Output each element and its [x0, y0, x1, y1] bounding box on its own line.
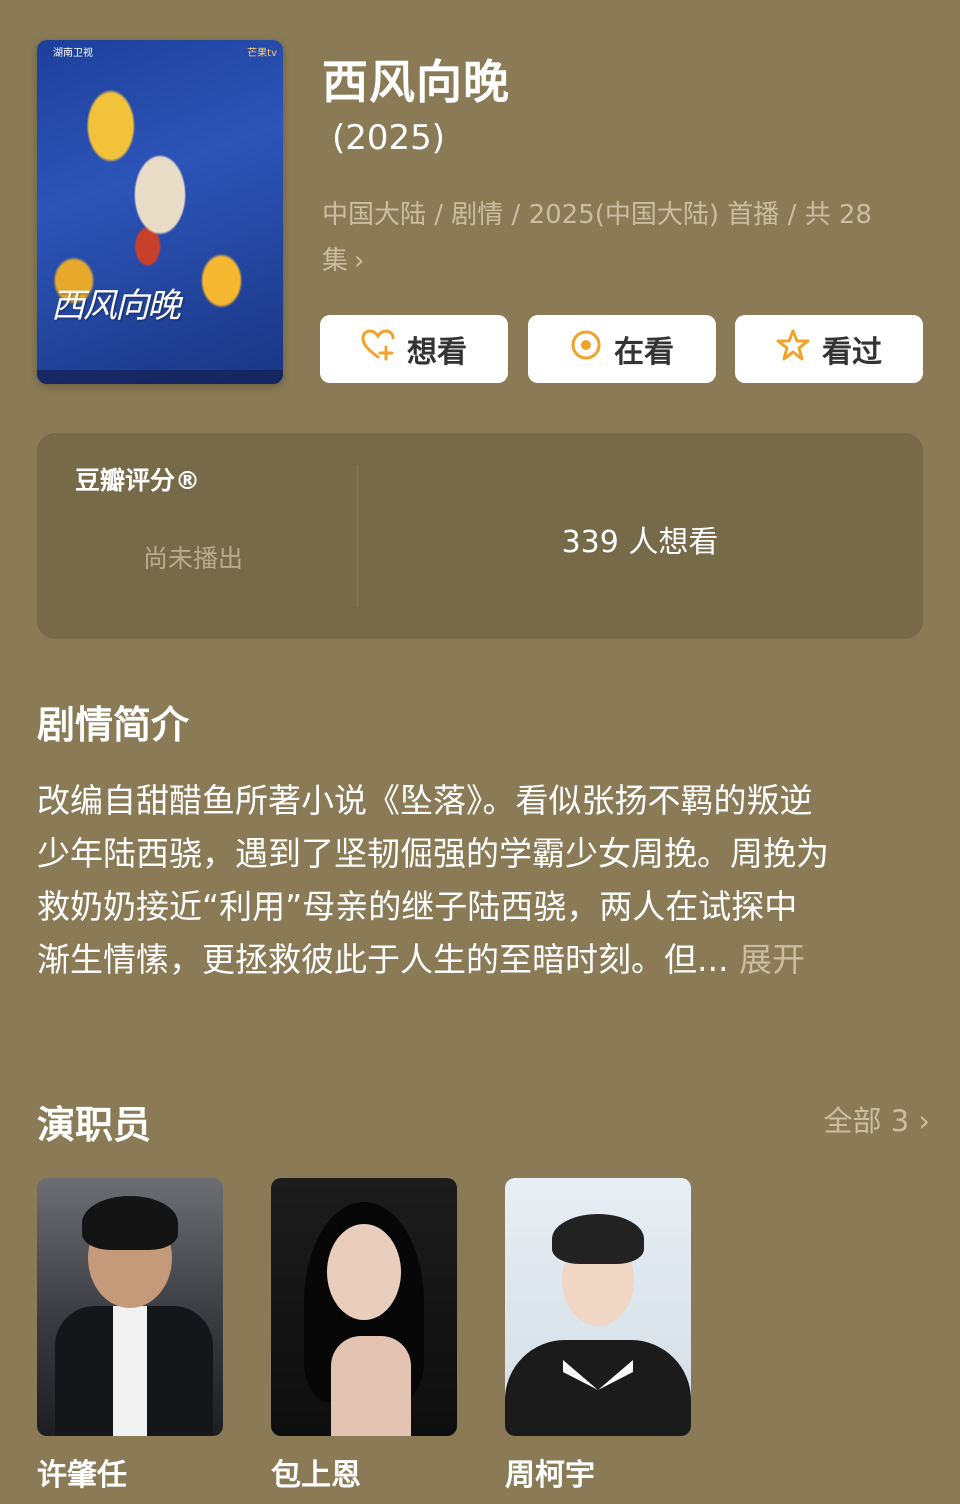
poster-image[interactable]: 湖南卫视 芒果tv 西风向晚	[37, 40, 283, 384]
rating-status: 尚未播出	[143, 544, 244, 573]
cast-card[interactable]: 周柯宇	[505, 1178, 691, 1494]
synopsis-line: 改编自甜醋鱼所著小说《坠落》。看似张扬不羁的叛逆	[37, 781, 813, 820]
cast-name: 包上恩	[271, 1458, 361, 1493]
synopsis-line: 渐生情愫，更拯救彼此于人生的至暗时刻。但... 展开	[37, 933, 923, 986]
cast-all-label: 全部 3	[823, 1104, 910, 1138]
watching-button[interactable]: 在看	[528, 315, 716, 383]
cast-photo	[505, 1178, 691, 1436]
meta-line-2-text: 集	[322, 246, 349, 276]
cast-view-all-link[interactable]: 全部 3 ›	[824, 1098, 931, 1140]
poster-calligraphy-title: 西风向晚	[51, 286, 181, 326]
watching-label: 在看	[614, 335, 674, 370]
want-label: 想看	[407, 335, 467, 370]
synopsis-text: 改编自甜醋鱼所著小说《坠落》。看似张扬不羁的叛逆 少年陆西骁，遇到了坚韧倔强的学…	[37, 774, 923, 986]
watched-label: 看过	[822, 335, 882, 370]
photo-figure-head	[327, 1224, 401, 1320]
cast-photo	[271, 1178, 457, 1436]
synopsis-heading: 剧情简介	[37, 703, 190, 747]
synopsis-line: 救奶奶接近“利用”母亲的继子陆西骁，两人在试探中	[37, 887, 798, 926]
photo-figure-hair	[82, 1196, 178, 1250]
cast-photo	[37, 1178, 223, 1436]
page-title: 西风向晚	[322, 55, 510, 109]
photo-figure-shirt	[113, 1306, 147, 1436]
movie-detail-page: 湖南卫视 芒果tv 西风向晚 西风向晚 (2025) 中国大陆 / 剧情 / 2…	[0, 0, 960, 1504]
douban-rating-title: 豆瓣评分®	[75, 466, 201, 495]
poster-footer-strip	[37, 370, 283, 384]
photo-figure-body	[331, 1336, 411, 1436]
photo-figure-body	[505, 1340, 691, 1436]
chevron-right-icon: ›	[354, 246, 365, 276]
rating-card[interactable]: 豆瓣评分® 尚未播出 339 人想看	[37, 433, 923, 639]
synopsis-line: 少年陆西骁，遇到了坚韧倔强的学霸少女周挽。周挽为	[37, 834, 829, 873]
meta-line-1: 中国大陆 / 剧情 / 2025(中国大陆) 首播 / 共 28	[322, 200, 872, 230]
target-circle-icon	[570, 329, 602, 369]
poster-platform-logo: 芒果tv	[247, 48, 277, 59]
cast-card[interactable]: 许肇任	[37, 1178, 223, 1494]
watched-button[interactable]: 看过	[735, 315, 923, 383]
poster-channel-logo: 湖南卫视	[53, 48, 93, 59]
expand-link[interactable]: 展开	[739, 940, 805, 979]
cast-name: 许肇任	[37, 1458, 127, 1493]
star-icon	[776, 329, 810, 369]
chevron-right-icon: ›	[918, 1104, 930, 1138]
cast-card[interactable]: 包上恩	[271, 1178, 457, 1494]
cast-heading: 演职员	[37, 1103, 152, 1147]
meta-info-link[interactable]: 中国大陆 / 剧情 / 2025(中国大陆) 首播 / 共 28 集 ›	[322, 192, 892, 284]
release-year: (2025)	[332, 118, 446, 158]
want-count: 339 人想看	[561, 525, 719, 560]
want-to-watch-button[interactable]: 想看	[320, 315, 508, 383]
synopsis-line-text: 渐生情愫，更拯救彼此于人生的至暗时刻。但...	[37, 940, 739, 979]
photo-figure-hair	[552, 1214, 644, 1264]
heart-plus-icon	[361, 329, 395, 369]
cast-name: 周柯宇	[505, 1458, 595, 1493]
meta-line-2: 集 ›	[322, 238, 892, 284]
